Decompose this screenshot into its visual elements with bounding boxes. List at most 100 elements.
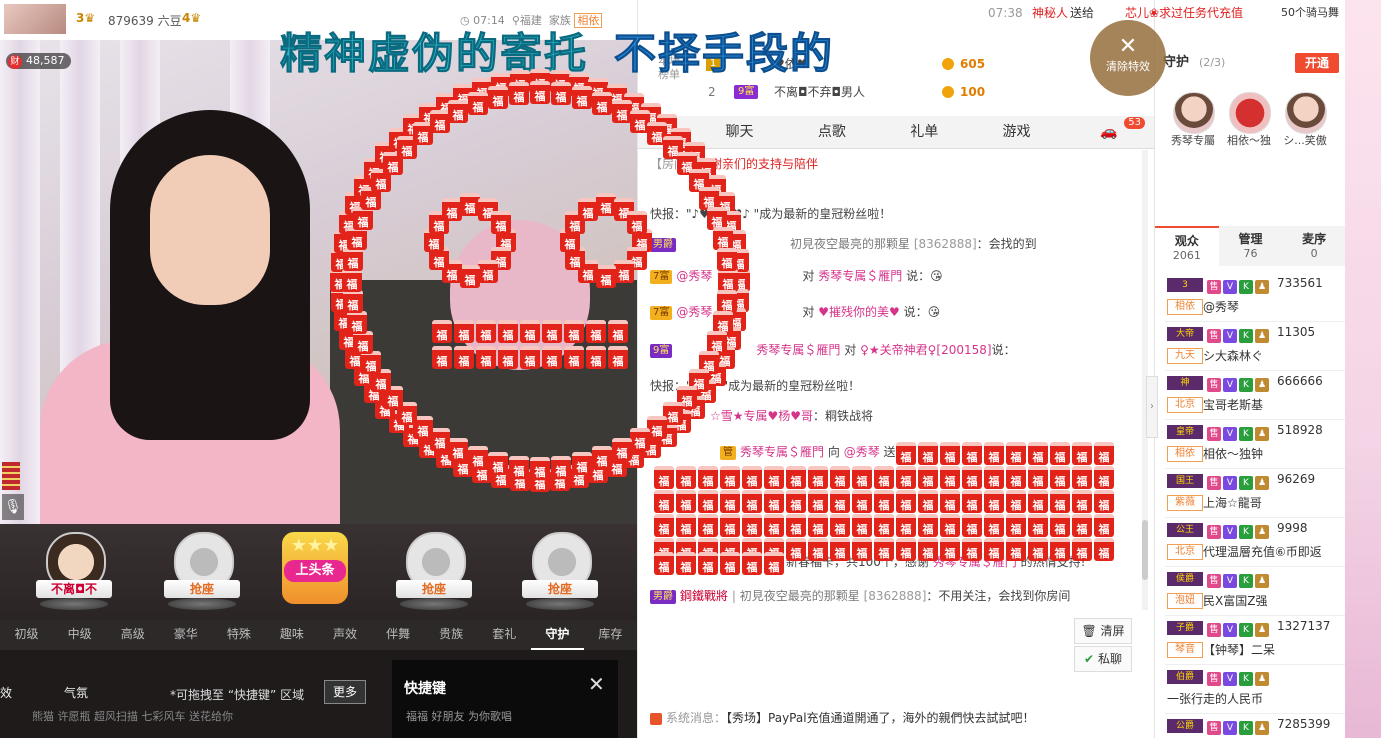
- grab-seat-button[interactable]: 抢座: [164, 580, 240, 598]
- seat-base: [40, 598, 108, 610]
- gift-tab[interactable]: 趣味: [265, 620, 318, 650]
- private-chat-button[interactable]: ✔ 私聊: [1074, 646, 1132, 672]
- viewer-row[interactable]: 国王售 V K ♟ 96269 紫薇 上海☆龍哥: [1165, 468, 1345, 518]
- guard-avatar[interactable]: [1285, 92, 1327, 134]
- viewer-fan-tag: 北京: [1167, 397, 1203, 413]
- viewer-tag-icon: ♟: [1255, 672, 1269, 686]
- drag-hint: *可拖拽至 “快捷键” 区域: [170, 688, 305, 702]
- plush-toy: [450, 220, 590, 370]
- streamer-face: [150, 155, 270, 305]
- viewer-tag-icon: ♟: [1255, 574, 1269, 588]
- gift-tab[interactable]: 初级: [0, 620, 53, 650]
- seat-base: [168, 598, 236, 610]
- collapse-panel-button[interactable]: ›: [1146, 376, 1158, 438]
- viewer-name: 宝哥老斯基: [1203, 398, 1264, 412]
- viewer-rank-badge: 3: [1167, 278, 1203, 292]
- clear-screen-button[interactable]: 🗑 清屏: [1074, 618, 1132, 644]
- chat-message: 7富 @秀琴对 ♥摧残你的美♥ 说：😘: [650, 300, 1140, 324]
- anchor-avatar[interactable]: [4, 4, 66, 34]
- viewer-tag-icon: V: [1223, 280, 1237, 294]
- viewer-row[interactable]: 大帝售 V K ♟ 11305 九天 シ大森林ぐ: [1165, 321, 1345, 371]
- audience-panel: 芯儿❀求过任务代充值 50个骑马舞 守护 (2/3) 开通 秀琴专屬 相依～独 …: [1125, 0, 1346, 738]
- clear-effects-button[interactable]: ✕ 清除特效: [1090, 20, 1166, 96]
- trash-icon: 🗑: [1081, 624, 1097, 638]
- viewer-row[interactable]: 公爵售 V K ♟ 7285399: [1165, 713, 1345, 738]
- viewer-tag-icon: K: [1239, 329, 1253, 343]
- viewer-row[interactable]: 子爵售 V K ♟ 1327137 琴音 【钟琴】二呆: [1165, 615, 1345, 665]
- gift-tab[interactable]: 贵族: [425, 620, 478, 650]
- viewer-tags: 售 V K ♟: [1207, 278, 1271, 294]
- tab-game[interactable]: 游戏: [970, 116, 1062, 148]
- tab-gift-list[interactable]: 礼单: [878, 116, 970, 148]
- seat-4[interactable]: 抢座: [522, 532, 598, 612]
- more-button[interactable]: 更多: [324, 680, 366, 704]
- live-video[interactable]: [0, 40, 637, 524]
- effect-label[interactable]: 效: [0, 684, 12, 701]
- viewer-tag-icon: K: [1239, 672, 1253, 686]
- seat-2[interactable]: 抢座: [164, 532, 240, 612]
- gift-tab[interactable]: 套礼: [478, 620, 531, 650]
- tab-chat[interactable]: 聊天: [693, 116, 785, 148]
- viewer-row[interactable]: 神售 V K ♟ 666666 北京 宝哥老斯基: [1165, 370, 1345, 420]
- gift-tab[interactable]: 中级: [53, 620, 106, 650]
- volume-level-icon: [2, 462, 20, 490]
- scroll-thumb[interactable]: [1142, 520, 1148, 580]
- microphone-icon[interactable]: 🎙: [2, 494, 24, 520]
- guard-name: シ...笑傲: [1283, 134, 1327, 147]
- tab-viewers[interactable]: 观众 2061: [1155, 226, 1219, 266]
- viewer-name: 相依～独钟: [1203, 447, 1264, 461]
- chat-message: 管秀琴专属＄雁門 向 @秀琴 送: [650, 440, 1140, 464]
- viewer-tag-icon: K: [1239, 476, 1253, 490]
- crown-icon: ♛: [84, 11, 96, 25]
- viewer-row[interactable]: 伯爵售 V K ♟ 一张行走的人民币: [1165, 664, 1345, 714]
- viewer-tag-icon: ♟: [1255, 329, 1269, 343]
- viewer-row[interactable]: 公王售 V K ♟ 9998 北京 代理温層充值⑥币即返: [1165, 517, 1345, 567]
- seat-1[interactable]: 不离◘不: [36, 532, 112, 612]
- gift-tab[interactable]: 豪华: [159, 620, 212, 650]
- gift-tab[interactable]: 伴舞: [372, 620, 425, 650]
- viewer-tag-icon: ♟: [1255, 476, 1269, 490]
- viewer-row[interactable]: 皇帝售 V K ♟ 518928 相依 相依～独钟: [1165, 419, 1345, 469]
- grab-seat-button[interactable]: 抢座: [396, 580, 472, 598]
- tab-mic-queue[interactable]: 麦序 0: [1282, 226, 1346, 266]
- car-icon: 🚗: [1100, 124, 1118, 140]
- close-icon[interactable]: ✕: [588, 672, 605, 696]
- gift-tab[interactable]: 声效: [318, 620, 371, 650]
- chat-message: 新春福卡，共100个，感谢 秀琴专属＄雁門 的热情支持!: [786, 555, 1086, 569]
- viewer-tag-icon: V: [1223, 427, 1237, 441]
- rank-row[interactable]: 2 9富 不离◘不弃◘男人 100: [638, 78, 1155, 106]
- gift-names: 熊猫 许愿瓶 超风扫描 七彩风车 送花给你: [32, 710, 233, 723]
- atmosphere-label[interactable]: 气氛: [64, 684, 88, 701]
- guard-avatar[interactable]: [1173, 92, 1215, 134]
- viewer-row[interactable]: 3 售 V K ♟ 733561 相依 @秀琴: [1165, 272, 1345, 322]
- gift-tab[interactable]: 高级: [106, 620, 159, 650]
- viewer-list[interactable]: 3 售 V K ♟ 733561 相依 @秀琴 大帝售 V K ♟ 11305 九天 シ大森林ぐ神售 V K ♟ 6…: [1155, 272, 1346, 738]
- viewer-row[interactable]: 侯爵售 V K ♟ 泡妞 民X富国Z强: [1165, 566, 1345, 616]
- broadcast-user[interactable]: 神秘人: [1032, 0, 1068, 26]
- viewer-name: 代理温層充值⑥币即返: [1203, 545, 1322, 559]
- tab-song[interactable]: 点歌: [786, 116, 878, 148]
- seat-base: [526, 598, 594, 610]
- system-icon: [650, 712, 662, 725]
- car-tab[interactable]: 🚗 53: [1063, 116, 1155, 148]
- grab-seat-button[interactable]: 抢座: [522, 580, 598, 598]
- viewer-tag-icon: 售: [1207, 329, 1221, 343]
- seat-3[interactable]: 抢座: [396, 532, 472, 612]
- anchor-bean-count: 879639 六豆: [108, 14, 182, 28]
- viewer-tag-icon: K: [1239, 525, 1253, 539]
- open-guard-button[interactable]: 开通: [1295, 53, 1339, 73]
- tab-admins[interactable]: 管理 76: [1219, 226, 1283, 266]
- guard-avatar[interactable]: [1229, 92, 1271, 134]
- headline-button[interactable]: ★★★ 上头条: [282, 532, 348, 604]
- page-scrollbar[interactable]: [1345, 0, 1381, 738]
- viewer-fan-tag: 相依: [1167, 446, 1203, 462]
- viewer-number: 666666: [1277, 374, 1323, 388]
- gift-tab[interactable]: 库存: [584, 620, 637, 650]
- viewer-rank-badge: 公王: [1167, 523, 1203, 537]
- chat-messages[interactable]: 【房间】感谢亲们的支持与陪伴 快报："♪♥♥♥♥♪ "成为最新的皇冠粉丝啦！ 男…: [638, 150, 1146, 610]
- viewer-tag-icon: ♟: [1255, 623, 1269, 637]
- gift-tab-guard[interactable]: 守护: [530, 620, 584, 650]
- gift-tab[interactable]: 特殊: [212, 620, 265, 650]
- close-icon: ✕: [1118, 34, 1138, 59]
- broadcast-continued: 芯儿❀求过任务代充值 50个骑马舞: [1125, 6, 1339, 20]
